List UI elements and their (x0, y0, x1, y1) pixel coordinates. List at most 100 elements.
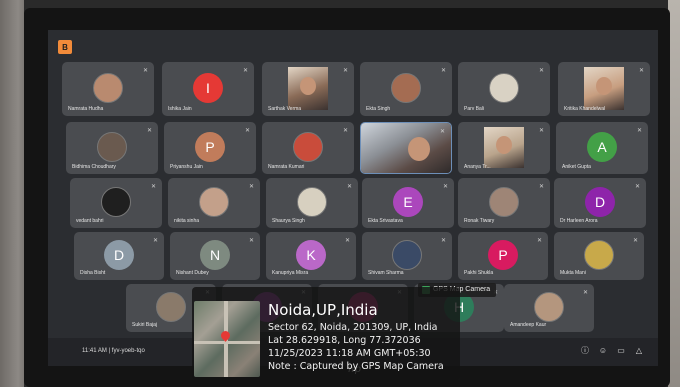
participant-video (287, 67, 329, 110)
mic-off-icon: ✕ (442, 184, 448, 190)
participant-name: Amandeep Kaur (510, 322, 547, 328)
participant-name: Namrata Hudha (68, 106, 104, 112)
participant-tile[interactable]: ✕ Parv Bali (458, 62, 550, 116)
participant-tile[interactable]: ✕ Sarthak Verma (262, 62, 354, 116)
participant-video (583, 67, 625, 110)
participant-name: Namrata Kumari (268, 164, 305, 170)
participant-tile[interactable]: I ✕ Ishika Jain (162, 62, 254, 116)
participant-name: Kritika Khandelwal (564, 106, 606, 112)
participant-tile[interactable]: ✕ Mukta Mani (554, 232, 644, 280)
meeting-time-code: 11:41 AM | fyv-yoeb-tqo (82, 348, 145, 354)
participant-avatar (199, 187, 229, 217)
participant-tile[interactable]: ✕ Namrata Hudha (62, 62, 154, 116)
participant-tile[interactable]: ✕ Ananya Tr... (458, 122, 550, 174)
participant-tile[interactable]: E ✕ Ekta Srivastava (362, 178, 454, 228)
gps-overlay: Noida,UP,India Sector 62, Noida, 201309,… (192, 287, 460, 380)
participant-name: Bidhima Choudhary (72, 164, 116, 170)
participant-tile[interactable]: ✕ Shivam Sharma (362, 232, 452, 280)
participant-tile[interactable]: K ✕ Kanupriya Misra (266, 232, 356, 280)
participant-tile[interactable]: ✕ vedant bahri (70, 178, 162, 228)
participant-name: Mukta Mani (560, 270, 586, 276)
gps-location-title: Noida,UP,India (268, 301, 378, 319)
participant-tile[interactable]: D ✕ Dr Harleen Arora (554, 178, 646, 228)
participant-avatar (97, 131, 127, 162)
participant-name: Nishant Dubey (176, 270, 209, 276)
participant-avatar (391, 72, 421, 103)
participant-tile[interactable]: ✕ Bidhima Choudhary (66, 122, 158, 174)
participant-name: Pakhi Shukla (464, 270, 494, 276)
participant-avatar (534, 292, 564, 323)
participant-video (483, 127, 525, 168)
participant-name: Ishika Jain (168, 106, 192, 112)
map-pin-icon (219, 329, 232, 342)
mic-off-icon: ✕ (538, 184, 544, 190)
participant-tile[interactable]: D ✕ Disha Bisht (74, 232, 164, 280)
gps-note: Note : Captured by GPS Map Camera (268, 361, 444, 372)
mic-off-icon: ✕ (636, 128, 642, 134)
mic-off-icon: ✕ (342, 68, 348, 74)
participant-name: Shaurya Singh (272, 218, 305, 224)
participant-tile[interactable]: N ✕ Nishant Dubey (170, 232, 260, 280)
participant-name: Ronak Tiwary (464, 218, 495, 224)
participant-avatar: I (193, 72, 223, 103)
mic-off-icon: ✕ (242, 68, 248, 74)
participant-avatar: P (488, 240, 518, 271)
info-icon[interactable]: ⓘ (580, 346, 590, 356)
participant-tile[interactable]: ✕ Shaurya Singh (266, 178, 358, 228)
mic-off-icon: ✕ (538, 128, 544, 134)
participant-name: Sarthak Verma (268, 106, 302, 112)
activities-icon[interactable]: △ (634, 346, 644, 356)
participant-name: Ananya Tr... (464, 164, 491, 170)
mic-off-icon: ✕ (582, 290, 588, 296)
mic-off-icon: ✕ (248, 238, 254, 244)
mic-off-icon: ✕ (346, 184, 352, 190)
gps-datetime: 11/25/2023 11:18 AM GMT+05:30 (268, 348, 431, 359)
participant-avatar: K (296, 240, 326, 271)
participant-name: Kanupriya Misra (272, 270, 309, 276)
participant-avatar: D (585, 187, 615, 217)
mic-off-icon: ✕ (150, 184, 156, 190)
mic-off-icon: ✕ (536, 238, 542, 244)
participant-name: Priyanshu Jain (170, 164, 203, 170)
participant-face (407, 137, 430, 161)
mic-off-icon: ✕ (342, 128, 348, 134)
participant-avatar: E (393, 187, 423, 217)
mic-off-icon: ✕ (146, 128, 152, 134)
mic-off-icon: ✕ (440, 68, 446, 74)
map-thumbnail (194, 301, 260, 377)
participant-avatar (93, 72, 123, 103)
gps-address: Sector 62, Noida, 201309, UP, India (268, 322, 438, 333)
participant-tile[interactable]: ✕ Ekta Singh (360, 62, 452, 116)
participant-tile[interactable]: P ✕ Pakhi Shukla (458, 232, 548, 280)
gps-coordinates: Lat 28.629918, Long 77.372036 (268, 335, 421, 346)
participant-avatar (489, 187, 519, 217)
mic-off-icon: ✕ (248, 184, 254, 190)
participant-name: Aniket Gupta (562, 164, 591, 170)
meet-logo-badge: B (58, 40, 72, 54)
participant-avatar (101, 187, 131, 217)
participant-name: Dr Harleen Arora (560, 218, 598, 224)
participant-name: vedant bahri (76, 218, 104, 224)
participant-tile[interactable]: ✕ (360, 122, 452, 174)
participant-tile[interactable]: P ✕ Priyanshu Jain (164, 122, 256, 174)
mic-off-icon: ✕ (440, 238, 446, 244)
mic-off-icon: ✕ (244, 128, 250, 134)
participant-name: Ekta Singh (366, 106, 391, 112)
mic-off-icon: ✕ (344, 238, 350, 244)
participant-tile[interactable]: A ✕ Aniket Gupta (556, 122, 648, 174)
participant-tile[interactable]: ✕ Kritika Khandelwal (558, 62, 650, 116)
chat-icon[interactable]: ▭ (616, 346, 626, 356)
participant-face (595, 76, 612, 95)
participant-tile[interactable]: ✕ nikita sinha (168, 178, 260, 228)
participant-name: Disha Bisht (80, 270, 106, 276)
participant-tile[interactable]: ✕ Amandeep Kaur (504, 284, 594, 332)
participant-name: Parv Bali (464, 106, 485, 112)
participant-name: Ekta Srivastava (368, 218, 403, 224)
participant-video (361, 123, 451, 173)
participant-tile[interactable]: ✕ Ronak Tiwary (458, 178, 550, 228)
mic-off-icon: ✕ (538, 68, 544, 74)
people-icon[interactable]: ☺ (598, 346, 608, 356)
participant-face (299, 76, 316, 95)
participant-tile[interactable]: ✕ Namrata Kumari (262, 122, 354, 174)
participant-avatar (293, 131, 323, 162)
